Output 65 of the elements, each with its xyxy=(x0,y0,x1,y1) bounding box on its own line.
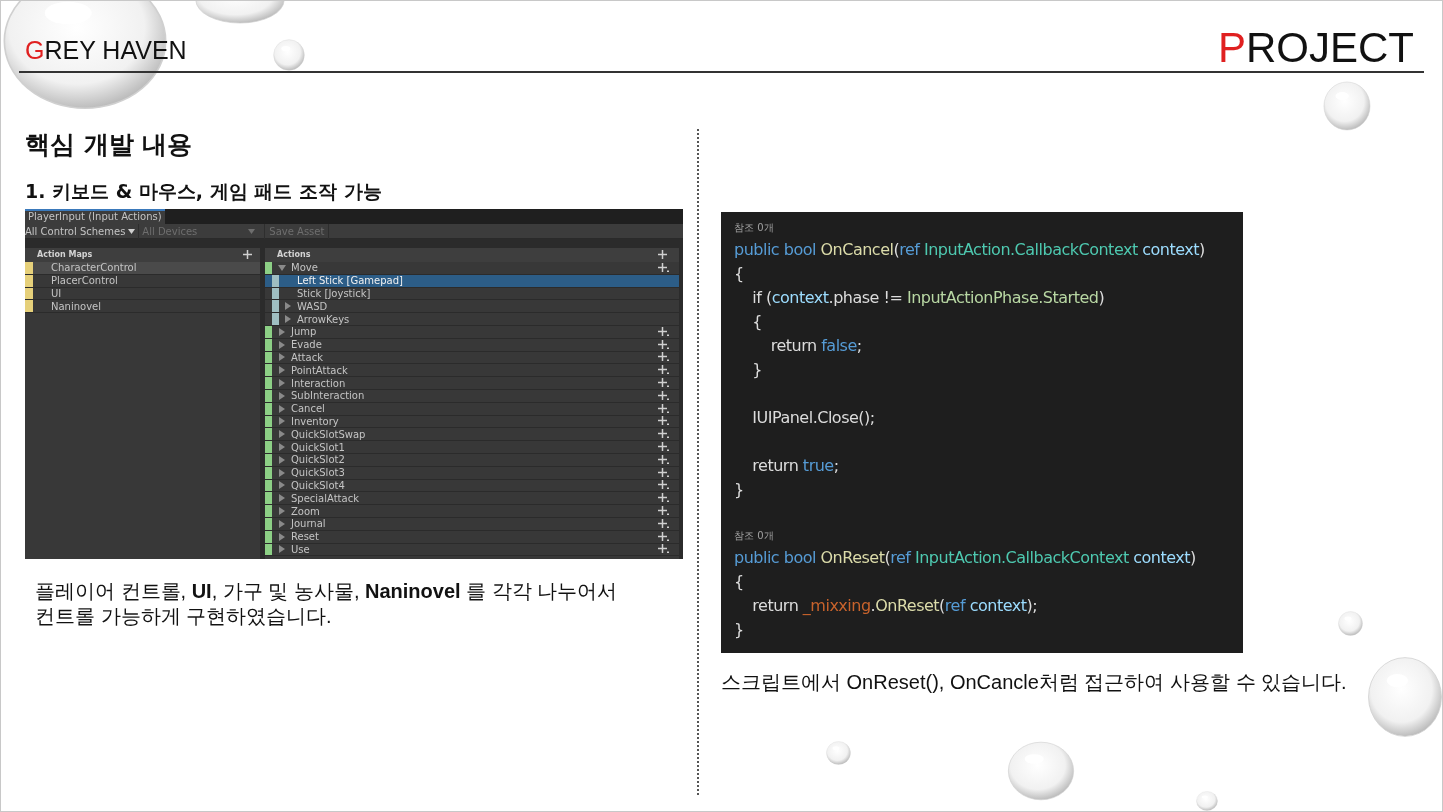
plus-icon[interactable] xyxy=(658,531,669,542)
panel-header: Action Maps xyxy=(37,249,93,261)
description-text: 스크립트에서 OnReset(), OnCancle처럼 접근하여 사용할 수 있습니다. xyxy=(721,670,1347,695)
action-item[interactable]: Zoom xyxy=(265,505,679,518)
section-heading: 핵심 개발 내용 xyxy=(25,129,194,161)
reference-count[interactable]: 참조 0개 xyxy=(734,526,1243,546)
slide-title: PROJECT xyxy=(1218,27,1415,71)
plus-icon[interactable] xyxy=(658,454,669,465)
code-line: return _mixxing.OnReset(ref context); xyxy=(751,595,1039,617)
plus-icon[interactable] xyxy=(658,493,669,504)
water-drop-drawing xyxy=(1323,81,1371,131)
code-line: { xyxy=(751,311,764,333)
water-drop-drawing xyxy=(826,741,851,765)
plus-icon[interactable] xyxy=(658,518,669,529)
action-item[interactable]: QuickSlot1 xyxy=(265,441,679,454)
reference-count[interactable]: 참조 0개 xyxy=(734,218,1243,238)
code-line: { xyxy=(734,571,745,593)
action-item[interactable]: Interaction xyxy=(265,377,679,390)
code-line: { xyxy=(734,263,745,285)
plus-icon[interactable] xyxy=(658,352,669,363)
action-item[interactable]: SpecialAttack xyxy=(265,492,679,506)
plus-icon[interactable] xyxy=(658,403,669,414)
plus-icon[interactable] xyxy=(658,429,669,440)
code-line: return true; xyxy=(751,455,840,477)
action-map-item[interactable]: Naninovel xyxy=(25,300,260,314)
action-map-item[interactable]: CharacterControl xyxy=(25,262,260,275)
control-schemes-dropdown[interactable]: All Control Schemes xyxy=(25,223,139,239)
plus-icon[interactable] xyxy=(658,390,669,401)
code-line: } xyxy=(751,359,764,381)
plus-icon[interactable] xyxy=(658,416,669,427)
action-item[interactable]: PointAttack xyxy=(265,364,679,378)
code-line: public bool OnReset(ref InputAction.CallbackContext context) xyxy=(734,547,1197,569)
window-tab[interactable]: PlayerInput (Input Actions) xyxy=(25,209,165,224)
water-drop-drawing xyxy=(1007,741,1075,801)
brand-title: GREY HAVEN xyxy=(24,38,187,66)
expand-triangle-icon[interactable] xyxy=(278,263,286,272)
plus-icon[interactable] xyxy=(658,442,669,453)
section-subheading: 1. 키보드 & 마우스, 게임 패드 조작 가능 xyxy=(25,179,383,203)
plus-icon[interactable] xyxy=(658,365,669,376)
plus-icon[interactable] xyxy=(243,250,254,260)
plus-icon[interactable] xyxy=(658,262,669,273)
plus-icon[interactable] xyxy=(658,250,669,260)
action-item[interactable]: QuickSlotSwap xyxy=(265,428,679,442)
plus-icon[interactable] xyxy=(658,467,669,478)
plus-icon[interactable] xyxy=(658,326,669,337)
panel-header: Actions xyxy=(277,249,311,261)
code-line: public bool OnCancel(ref InputAction.CallbackContext context) xyxy=(734,239,1206,261)
plus-icon[interactable] xyxy=(658,339,669,350)
binding-item[interactable]: WASD xyxy=(265,300,679,314)
code-line: if (context.phase != InputActionPhase.Started) xyxy=(751,287,1106,309)
plus-icon[interactable] xyxy=(658,480,669,491)
code-line: return false; xyxy=(769,335,863,357)
action-item[interactable]: Move xyxy=(265,262,679,275)
description-text: 플레이어 컨트롤, UI, 가구 및 농사물, Naninovel 를 각각 나누어서 컨트롤 가능하게 구현하였습니다. xyxy=(35,579,619,629)
water-drop-drawing xyxy=(1338,611,1363,636)
caret-icon xyxy=(248,228,256,234)
binding-item[interactable]: ArrowKeys xyxy=(265,313,679,326)
code-line: } xyxy=(734,479,745,501)
water-drop-drawing xyxy=(273,39,305,71)
code-line: } xyxy=(734,619,745,641)
plus-icon[interactable] xyxy=(658,506,669,517)
caret-icon xyxy=(128,228,136,234)
code-line: IUIPanel.Close(); xyxy=(751,407,876,429)
plus-icon[interactable] xyxy=(658,378,669,389)
plus-icon[interactable] xyxy=(658,544,669,555)
